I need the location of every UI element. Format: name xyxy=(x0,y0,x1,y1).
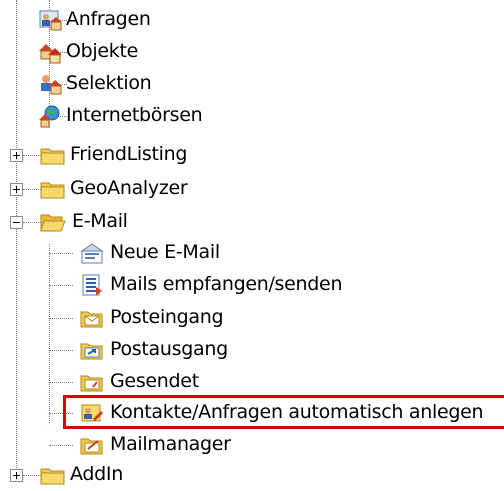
outbox-icon xyxy=(80,343,103,360)
folder-icon xyxy=(40,182,65,199)
expand-icon[interactable] xyxy=(10,183,23,196)
tree-item-label: Mails empfangen/senden xyxy=(110,273,343,295)
tree-item-label: Posteingang xyxy=(110,306,224,328)
tree-item-label: GeoAnalyzer xyxy=(70,177,188,199)
tree-item-addin[interactable]: AddIn xyxy=(0,459,504,491)
tree-connector xyxy=(23,155,41,156)
expand-icon[interactable] xyxy=(10,469,23,482)
new-mail-icon xyxy=(80,243,104,264)
tree-connector xyxy=(23,189,41,190)
tree-connector xyxy=(49,285,73,286)
tree-item-selektion[interactable]: Selektion xyxy=(0,68,504,100)
expand-icon[interactable] xyxy=(10,149,23,162)
tree-item-label: Postausgang xyxy=(110,338,228,360)
tree-connector xyxy=(49,253,73,254)
tree-connector xyxy=(49,318,73,319)
tree-item-label: AddIn xyxy=(70,463,123,485)
tree-item-internetboersen[interactable]: Internetbörsen xyxy=(0,100,504,132)
tree-item-label: Objekte xyxy=(66,40,139,62)
tree-connector xyxy=(23,475,41,476)
user-house-icon xyxy=(39,10,62,31)
tree-item-posteingang[interactable]: Posteingang xyxy=(0,302,504,334)
tree-connector xyxy=(49,350,73,351)
tree-item-label: Gesendet xyxy=(110,370,199,392)
tree-item-label: Neue E-Mail xyxy=(110,241,220,263)
tree-item-label: Anfragen xyxy=(66,8,151,30)
tree-item-geoanalyzer[interactable]: GeoAnalyzer xyxy=(0,173,504,205)
sent-icon xyxy=(80,375,103,392)
tree-item-mailmanager[interactable]: Mailmanager xyxy=(0,429,504,461)
tree-connector xyxy=(23,222,41,223)
tree-item-postausgang[interactable]: Postausgang xyxy=(0,334,504,366)
folder-icon xyxy=(40,468,65,485)
selection-house-icon xyxy=(41,75,62,95)
tree-item-friendlisting[interactable]: FriendListing xyxy=(0,139,504,171)
tree-item-label: FriendListing xyxy=(70,143,188,165)
globe-house-icon xyxy=(39,105,60,128)
highlight-box xyxy=(63,395,504,429)
tree-item-objekte[interactable]: Objekte xyxy=(0,36,504,68)
tree-item-gesendet[interactable]: Gesendet xyxy=(0,366,504,398)
tree-item-label: E-Mail xyxy=(72,210,128,232)
inbox-icon xyxy=(80,311,103,328)
tree-item-label: Selektion xyxy=(66,72,152,94)
folder-icon xyxy=(40,148,65,165)
tree-item-mails-empfangen-senden[interactable]: Mails empfangen/senden xyxy=(0,269,504,301)
tree-item-anfragen[interactable]: Anfragen xyxy=(0,4,504,36)
mailmanager-icon xyxy=(80,438,103,455)
tree-item-label: Internetbörsen xyxy=(66,104,203,126)
folder-open-icon xyxy=(40,214,66,232)
houses-icon xyxy=(39,44,62,64)
collapse-icon[interactable] xyxy=(10,216,23,229)
tree-connector xyxy=(49,382,73,383)
tree-item-email[interactable]: E-Mail xyxy=(0,206,504,238)
tree-item-neue-email[interactable]: Neue E-Mail xyxy=(0,237,504,269)
send-receive-icon xyxy=(82,274,102,296)
tree-connector xyxy=(49,445,73,446)
tree-item-label: Mailmanager xyxy=(110,433,231,455)
